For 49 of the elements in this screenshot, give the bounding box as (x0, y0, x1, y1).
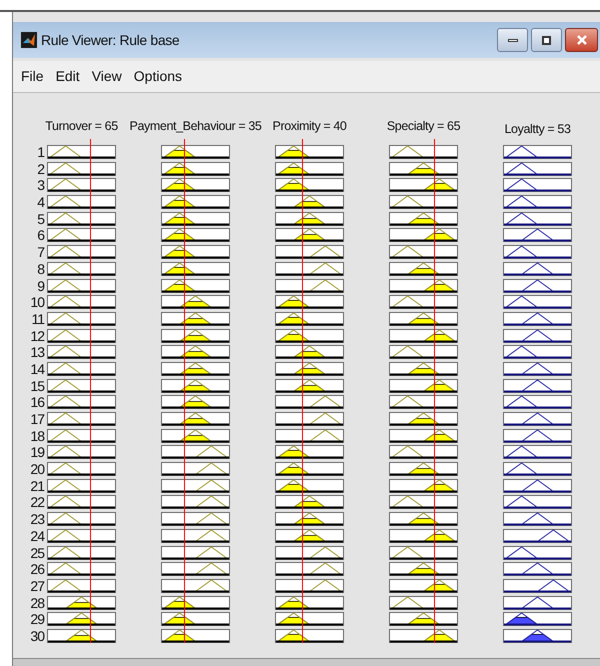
rule-number: 26 (30, 562, 44, 576)
input-value-line[interactable] (184, 139, 185, 643)
rule-number: 25 (30, 546, 44, 560)
close-icon (576, 35, 586, 45)
window-title: Rule Viewer: Rule base (41, 30, 180, 50)
rule-number: 9 (37, 278, 44, 292)
rule-number: 16 (30, 395, 44, 410)
minimize-button[interactable] (497, 28, 528, 52)
close-button[interactable] (565, 28, 598, 52)
input-value-line[interactable] (434, 139, 435, 643)
rule-number: 8 (37, 262, 44, 276)
rule-number: 11 (31, 312, 44, 326)
variable-label: Payment_Behaviour = 35 (130, 118, 262, 135)
rule-number: 21 (30, 478, 44, 493)
rule-number: 2 (37, 162, 44, 176)
rule-number: 3 (37, 178, 44, 192)
rule-number: 27 (30, 578, 44, 593)
variable-label: Specialty = 65 (386, 118, 460, 135)
menu-item[interactable]: Options (134, 66, 182, 87)
rule-number: 13 (30, 345, 44, 360)
rule-number: 28 (30, 596, 44, 610)
rule-number: 10 (30, 295, 44, 310)
rule-number: 15 (30, 378, 44, 393)
rule-number: 29 (30, 612, 44, 626)
app-icon (21, 32, 37, 48)
rule-number: 23 (30, 512, 44, 526)
rule-number: 19 (30, 445, 44, 460)
menu-item[interactable]: File (21, 66, 44, 87)
rule-number: 7 (37, 245, 44, 260)
menu-item[interactable]: Edit (56, 66, 80, 87)
variable-label: Proximity = 40 (272, 118, 346, 135)
rule-number: 5 (37, 212, 44, 226)
rule-number: 1 (37, 145, 44, 159)
rule-number: 4 (37, 195, 44, 210)
variable-label: Loyaltty = 53 (504, 121, 571, 138)
menu-item[interactable]: View (92, 66, 122, 87)
input-value-line[interactable] (90, 139, 92, 643)
rule-number: 30 (30, 628, 44, 643)
rule-number: 20 (30, 462, 44, 476)
maximize-button[interactable] (531, 28, 562, 52)
rule-number: 12 (30, 328, 44, 343)
rule-number: 14 (30, 362, 44, 376)
rule-number: 17 (30, 412, 44, 426)
rule-number: 18 (30, 428, 44, 443)
rule-number: 22 (30, 495, 44, 510)
rule-number: 24 (30, 528, 44, 543)
variable-label: Turnover = 65 (45, 118, 118, 135)
rule-number: 6 (37, 228, 44, 242)
input-value-line[interactable] (302, 139, 303, 643)
